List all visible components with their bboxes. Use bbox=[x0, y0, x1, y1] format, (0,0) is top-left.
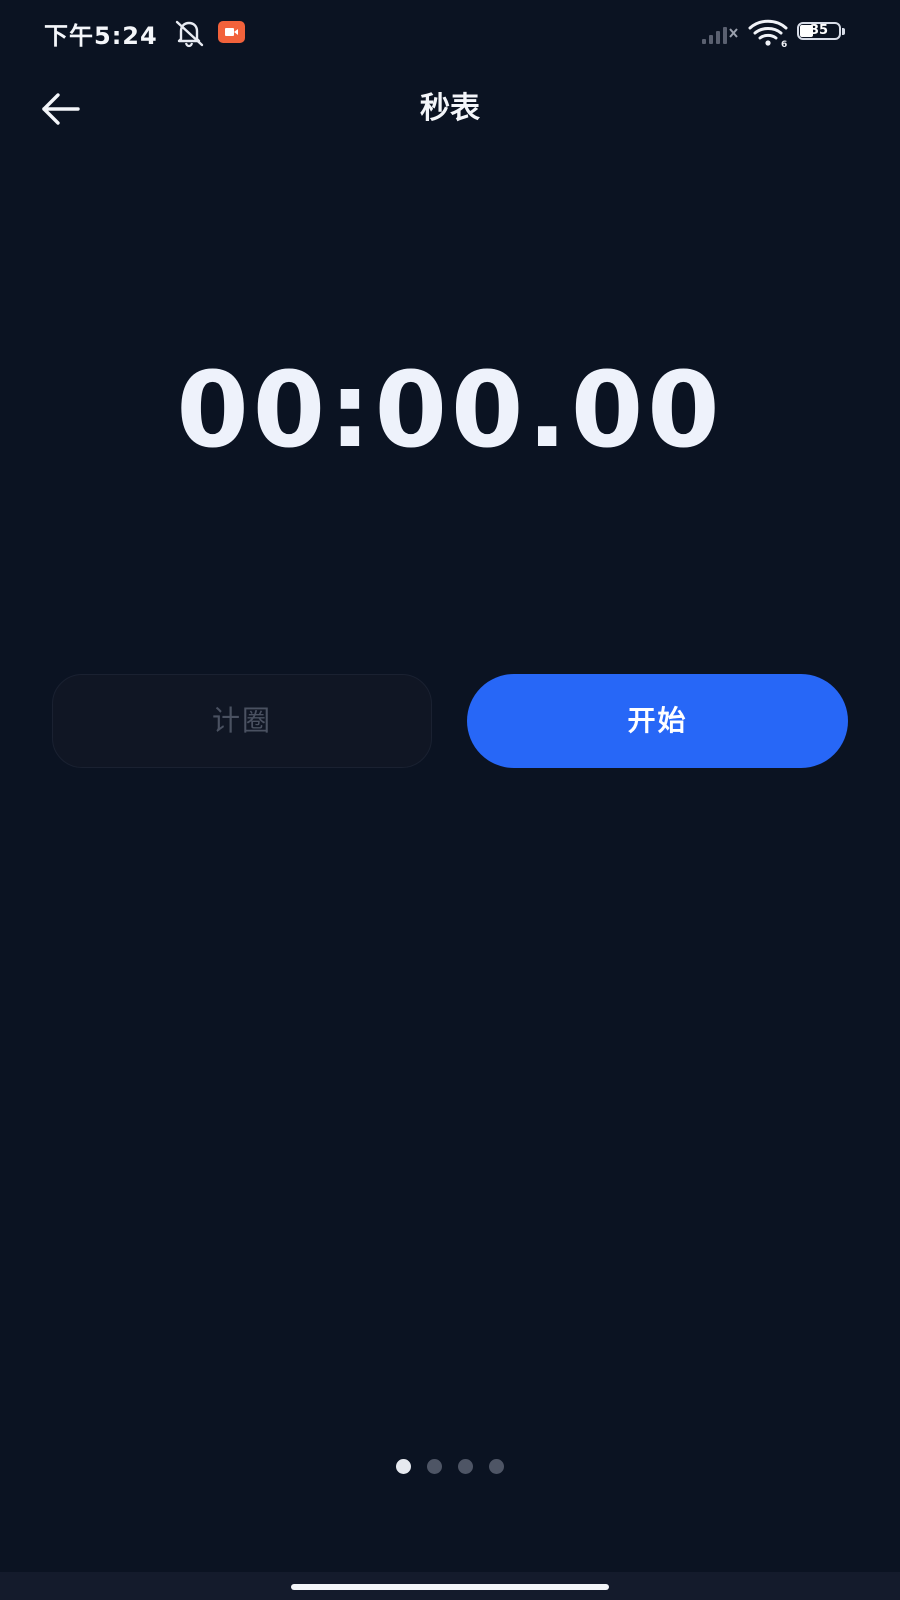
wifi-badge: 6 bbox=[781, 40, 787, 48]
bell-muted-icon bbox=[175, 20, 204, 48]
page-dot-1[interactable] bbox=[396, 1459, 411, 1474]
battery-tip bbox=[842, 28, 845, 35]
stopwatch-screen: 下午5:24 6 35 秒表 00:00.00 计圈 开始 bbox=[0, 0, 900, 1600]
back-button[interactable] bbox=[36, 86, 88, 132]
page-title: 秒表 bbox=[420, 91, 480, 126]
screen-record-icon bbox=[218, 21, 245, 43]
battery-level: 35 bbox=[809, 23, 829, 38]
page-indicator bbox=[0, 1459, 900, 1475]
arrow-left-icon bbox=[42, 93, 80, 125]
page-dot-4[interactable] bbox=[489, 1459, 504, 1474]
page-dot-2[interactable] bbox=[427, 1459, 442, 1474]
start-button[interactable]: 开始 bbox=[467, 674, 848, 768]
battery-icon: 35 bbox=[797, 22, 847, 44]
signal-icon bbox=[702, 27, 738, 44]
wifi-icon: 6 bbox=[748, 19, 788, 48]
lap-button[interactable]: 计圈 bbox=[52, 674, 432, 768]
status-bar: 下午5:24 6 35 bbox=[0, 0, 900, 68]
page-dot-3[interactable] bbox=[458, 1459, 473, 1474]
timer-display: 00:00.00 bbox=[176, 349, 724, 471]
home-indicator[interactable] bbox=[291, 1584, 609, 1590]
status-time: 下午5:24 bbox=[44, 22, 158, 50]
